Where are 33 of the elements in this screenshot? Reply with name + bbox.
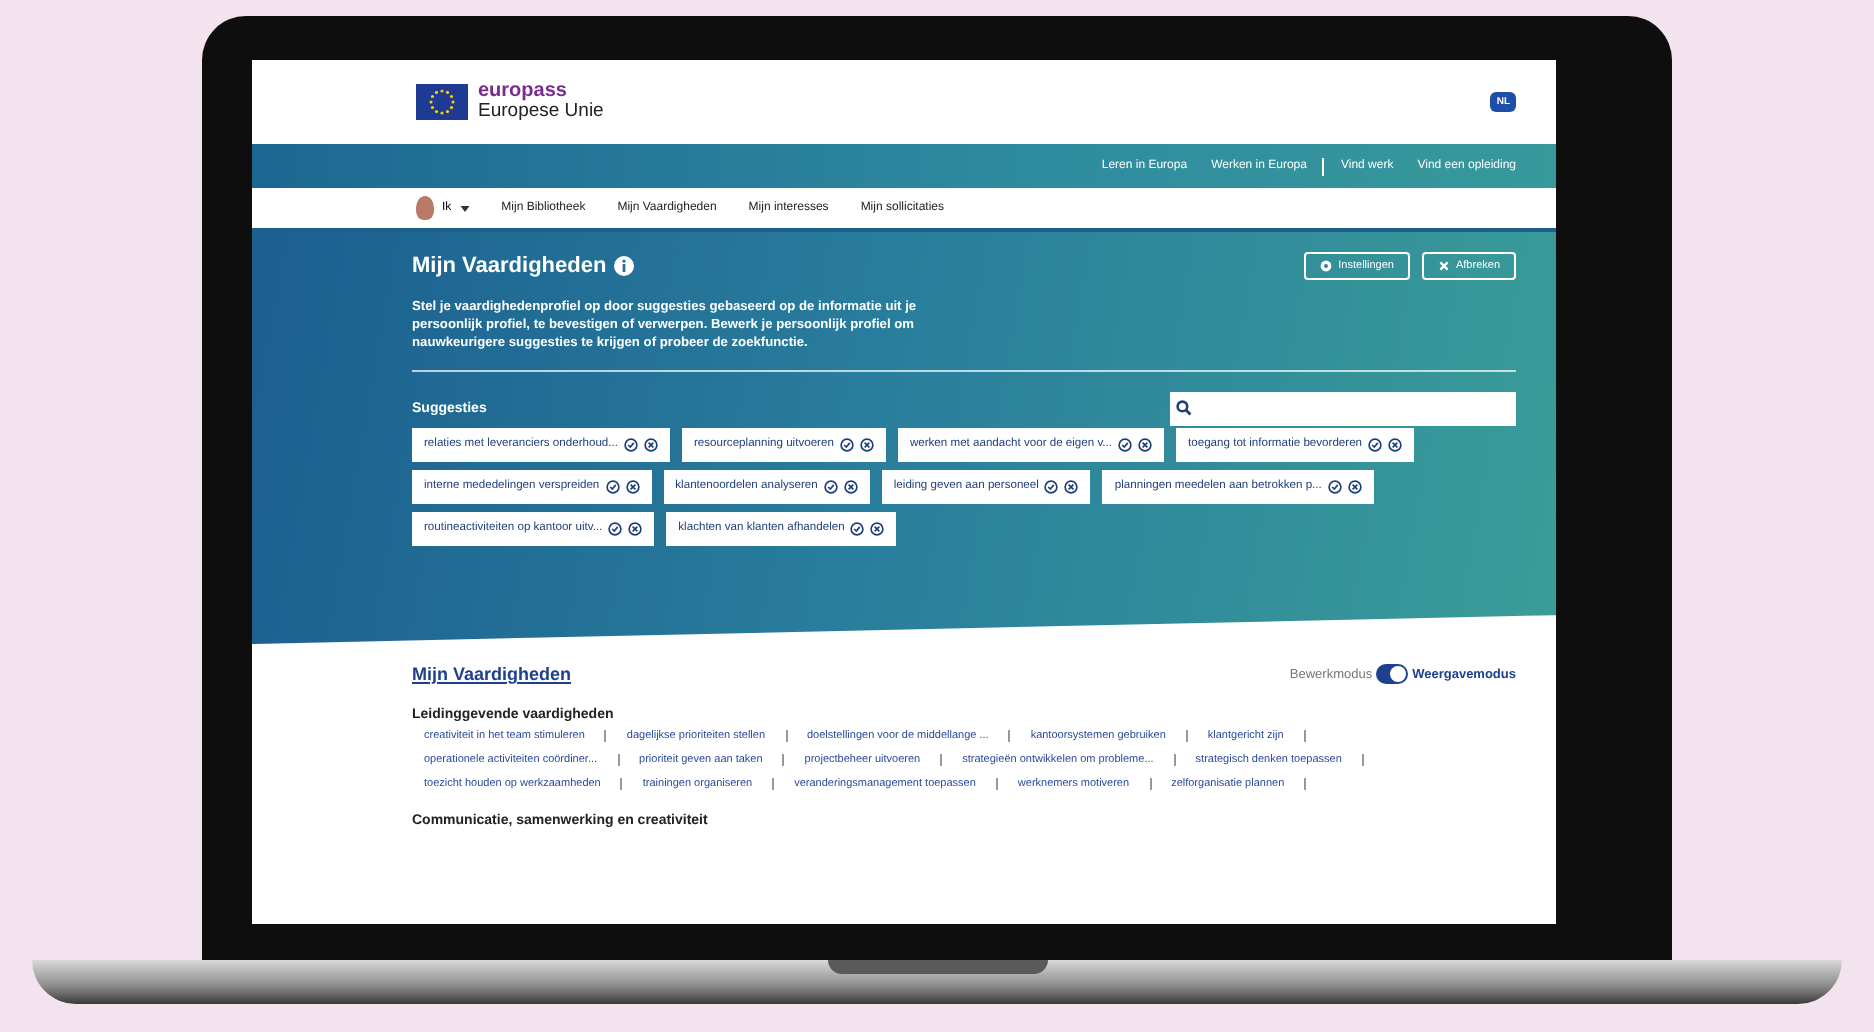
- search-icon: [1176, 400, 1192, 417]
- check-circle-icon[interactable]: [839, 437, 854, 452]
- close-circle-icon[interactable]: [1347, 479, 1362, 494]
- close-circle-icon[interactable]: [859, 437, 874, 452]
- check-circle-icon[interactable]: [1368, 437, 1383, 452]
- search-field[interactable]: [1170, 391, 1516, 426]
- avatar-icon: [416, 196, 434, 220]
- close-circle-icon[interactable]: [625, 479, 640, 494]
- brand-subtitle: Europese Unie: [478, 101, 604, 123]
- check-circle-icon[interactable]: [608, 521, 623, 536]
- page-title: Mijn Vaardigheden: [412, 254, 635, 278]
- close-icon: [1437, 260, 1450, 272]
- check-circle-icon[interactable]: [605, 479, 620, 494]
- brand-name: europass: [478, 81, 569, 102]
- settings-icon: [1320, 260, 1333, 272]
- close-circle-icon[interactable]: [870, 521, 885, 536]
- check-circle-icon[interactable]: [823, 479, 838, 494]
- check-circle-icon[interactable]: [1327, 479, 1342, 494]
- close-circle-icon[interactable]: [843, 479, 858, 494]
- mode-toggle[interactable]: [1376, 664, 1409, 684]
- close-circle-icon[interactable]: [1064, 479, 1079, 494]
- section-title-link[interactable]: Mijn Vaardigheden: [412, 664, 572, 684]
- close-circle-icon[interactable]: [1138, 437, 1153, 452]
- caret-icon: [459, 205, 470, 211]
- check-circle-icon[interactable]: [850, 521, 865, 536]
- close-circle-icon[interactable]: [1388, 437, 1403, 452]
- check-circle-icon[interactable]: [1118, 437, 1133, 452]
- eu-flag-logo: [416, 84, 468, 120]
- check-circle-icon[interactable]: [624, 437, 638, 452]
- info-icon[interactable]: [614, 256, 635, 276]
- check-circle-icon[interactable]: [1044, 479, 1059, 494]
- close-circle-icon[interactable]: [644, 437, 658, 452]
- close-circle-icon[interactable]: [628, 521, 643, 536]
